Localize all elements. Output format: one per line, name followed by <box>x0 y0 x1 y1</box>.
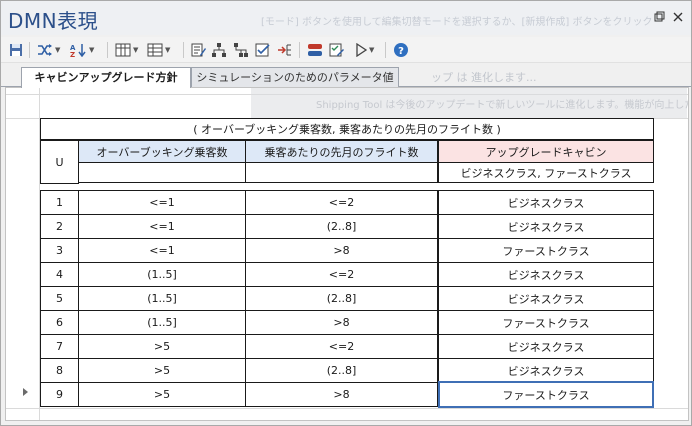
rule-input-overbooking[interactable]: >5 <box>78 382 246 407</box>
tab-strip: キャビンアップグレード方針 シミュレーションのためのパラメータ値 <box>1 65 691 88</box>
row-selector-icon[interactable] <box>11 380 39 404</box>
toolbar-separator <box>29 42 30 58</box>
rule-input-flights[interactable]: <=2 <box>245 334 438 359</box>
hit-policy[interactable]: U <box>40 140 79 184</box>
rule-number[interactable]: 1 <box>40 190 79 215</box>
rule-number[interactable]: 8 <box>40 358 79 383</box>
toolbar-separator <box>299 42 300 58</box>
restore-icon[interactable] <box>652 11 666 25</box>
rule-input-overbooking[interactable]: (1..5] <box>78 286 246 311</box>
rule-output-cabin[interactable]: ビジネスクラス <box>438 358 654 383</box>
rule-input-overbooking[interactable]: (1..5] <box>78 310 246 335</box>
grid-line <box>6 408 688 409</box>
rule-number[interactable]: 2 <box>40 214 79 239</box>
rule-input-flights[interactable]: <=2 <box>245 190 438 215</box>
expand-icon[interactable] <box>277 42 293 58</box>
rule-input-overbooking[interactable]: >5 <box>78 334 246 359</box>
checklist-icon[interactable] <box>329 42 345 58</box>
rule-output-cabin[interactable]: ビジネスクラス <box>438 190 654 215</box>
window-title: DMN表現 <box>8 9 99 33</box>
simulation-icon[interactable] <box>307 42 323 58</box>
rule-output-cabin[interactable]: ビジネスクラス <box>438 334 654 359</box>
shuffle-icon[interactable]: ▼ <box>37 42 60 58</box>
insert-column-icon[interactable]: ▼ <box>115 42 138 58</box>
rule-input-overbooking[interactable]: <=1 <box>78 190 246 215</box>
rule-output-cabin[interactable]: ファーストクラス <box>438 238 654 263</box>
insert-row-icon[interactable]: ▼ <box>147 42 170 58</box>
hierarchy-2-icon[interactable] <box>233 42 249 58</box>
hierarchy-icon[interactable] <box>211 42 227 58</box>
input-header-flights[interactable]: 乗客あたりの先月のフライト数 <box>245 140 438 163</box>
svg-text:Z: Z <box>70 51 75 57</box>
rule-output-cabin[interactable]: ファーストクラス <box>438 381 654 408</box>
table-caption[interactable]: ( オーバーブッキング乗客数, 乗客あたりの先月のフライト数 ) <box>40 118 654 140</box>
toolbar: ▼ AZ ▼ ▼ ▼ ▼ ? <box>1 37 691 63</box>
rule-input-flights[interactable]: (2..8] <box>245 358 438 383</box>
rule-input-overbooking[interactable]: >5 <box>78 358 246 383</box>
rule-number[interactable]: 9 <box>40 382 79 407</box>
rule-output-cabin[interactable]: ビジネスクラス <box>438 286 654 311</box>
edit-icon[interactable] <box>191 42 207 58</box>
rule-output-cabin[interactable]: ビジネスクラス <box>438 214 654 239</box>
rule-number[interactable]: 3 <box>40 238 79 263</box>
rule-output-cabin[interactable]: ビジネスクラス <box>438 262 654 287</box>
input-header-overbooking[interactable]: オーバーブッキング乗客数 <box>78 140 246 163</box>
validate-icon[interactable] <box>255 42 271 58</box>
tab-cabin-upgrade-policy[interactable]: キャビンアップグレード方針 <box>21 67 191 88</box>
help-icon[interactable]: ? <box>393 42 409 58</box>
toolbar-separator <box>385 42 386 58</box>
rule-input-flights[interactable]: <=2 <box>245 262 438 287</box>
background-overlay-text: Shipping Tool は今後のアップデートで新しいツールに進化します。機能… <box>316 100 689 111</box>
rule-input-flights[interactable]: >8 <box>245 382 438 407</box>
play-icon[interactable]: ▼ <box>355 42 374 58</box>
sort-az-icon[interactable]: AZ ▼ <box>69 42 94 58</box>
rule-number[interactable]: 5 <box>40 286 79 311</box>
output-header-upgrade-cabin[interactable]: アップグレードキャビン <box>438 140 654 163</box>
rule-output-cabin[interactable]: ファーストクラス <box>438 310 654 335</box>
rule-number[interactable]: 7 <box>40 334 79 359</box>
rule-input-flights[interactable]: (2..8] <box>245 214 438 239</box>
input-values-flights[interactable] <box>245 162 438 183</box>
rule-input-flights[interactable]: (2..8] <box>245 286 438 311</box>
dmn-window: DMN表現 [モード] ボタンを使用して編集切替モードを選択するか、[新規作成]… <box>0 0 692 426</box>
rule-input-overbooking[interactable]: <=1 <box>78 214 246 239</box>
title-bar: DMN表現 [モード] ボタンを使用して編集切替モードを選択するか、[新規作成]… <box>1 1 691 35</box>
input-values-overbooking[interactable] <box>78 162 246 183</box>
rule-input-overbooking[interactable]: <=1 <box>78 238 246 263</box>
background-overlay-text: ップ は 進化します... <box>431 71 537 84</box>
toolbar-separator <box>107 42 108 58</box>
toolbar-separator <box>183 42 184 58</box>
tab-simulation-parameters[interactable]: シミュレーションのためのパラメータ値 <box>191 67 399 87</box>
background-overlay-text: [モード] ボタンを使用して編集切替モードを選択するか、[新規作成] ボタンをク… <box>261 17 653 28</box>
close-icon[interactable] <box>671 11 685 25</box>
rule-input-overbooking[interactable]: (1..5] <box>78 262 246 287</box>
rule-input-flights[interactable]: >8 <box>245 238 438 263</box>
rule-input-flights[interactable]: >8 <box>245 310 438 335</box>
save-icon[interactable] <box>9 42 23 58</box>
svg-text:?: ? <box>398 46 404 57</box>
rule-number[interactable]: 4 <box>40 262 79 287</box>
decision-table-canvas: Shipping Tool は今後のアップデートで新しいツールに進化します。機能… <box>5 87 689 421</box>
rule-number[interactable]: 6 <box>40 310 79 335</box>
output-values-upgrade-cabin[interactable]: ビジネスクラス, ファーストクラス <box>438 162 654 183</box>
